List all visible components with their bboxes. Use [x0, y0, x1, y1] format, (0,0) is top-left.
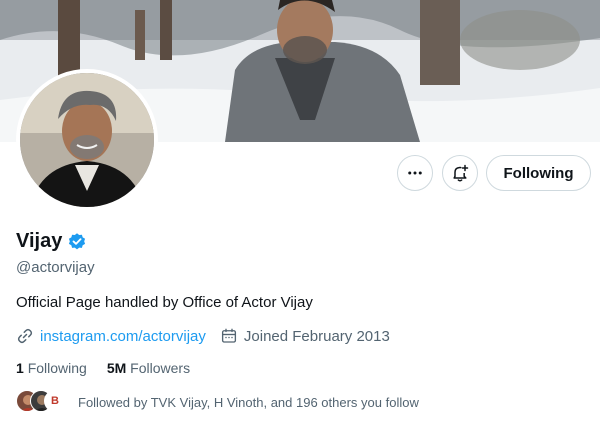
website-link[interactable]: instagram.com/actorvijay	[40, 328, 206, 345]
following-label: Following	[27, 360, 87, 376]
followers-you-know-avatars: B	[16, 390, 68, 414]
more-icon	[408, 171, 422, 175]
avatar-image	[20, 73, 154, 207]
calendar-icon	[220, 327, 238, 345]
bell-plus-icon	[453, 164, 469, 182]
joined-text: Joined February 2013	[243, 327, 390, 345]
followers-count: 5M	[106, 360, 127, 376]
follow-stats: 1 Following 5M Followers	[16, 360, 190, 376]
profile-bio: Official Page handled by Office of Actor…	[16, 294, 313, 311]
verified-badge-icon[interactable]	[67, 232, 87, 252]
user-handle: @actorvijay	[16, 259, 95, 276]
profile-meta: instagram.com/actorvijay Joined February…	[16, 327, 390, 345]
followers-link[interactable]: 5M Followers	[107, 360, 190, 376]
following-button[interactable]: Following	[486, 155, 591, 191]
followed-by-text: Followed by TVK Vijay, H Vinoth, and 196…	[78, 394, 419, 410]
followed-by-row[interactable]: B Followed by TVK Vijay, H Vinoth, and 1…	[16, 390, 419, 414]
following-link[interactable]: 1 Following	[16, 360, 87, 376]
joined-date: Joined February 2013	[220, 327, 390, 345]
more-options-button[interactable]	[397, 155, 433, 191]
notifications-button[interactable]	[442, 155, 478, 191]
link-icon	[16, 327, 34, 345]
mini-avatar: B	[44, 390, 66, 412]
following-count: 1	[16, 360, 24, 376]
followers-label: Followers	[130, 360, 191, 376]
display-name: Vijay	[16, 230, 63, 252]
profile-avatar[interactable]	[16, 69, 158, 211]
name-row: Vijay	[16, 230, 87, 253]
